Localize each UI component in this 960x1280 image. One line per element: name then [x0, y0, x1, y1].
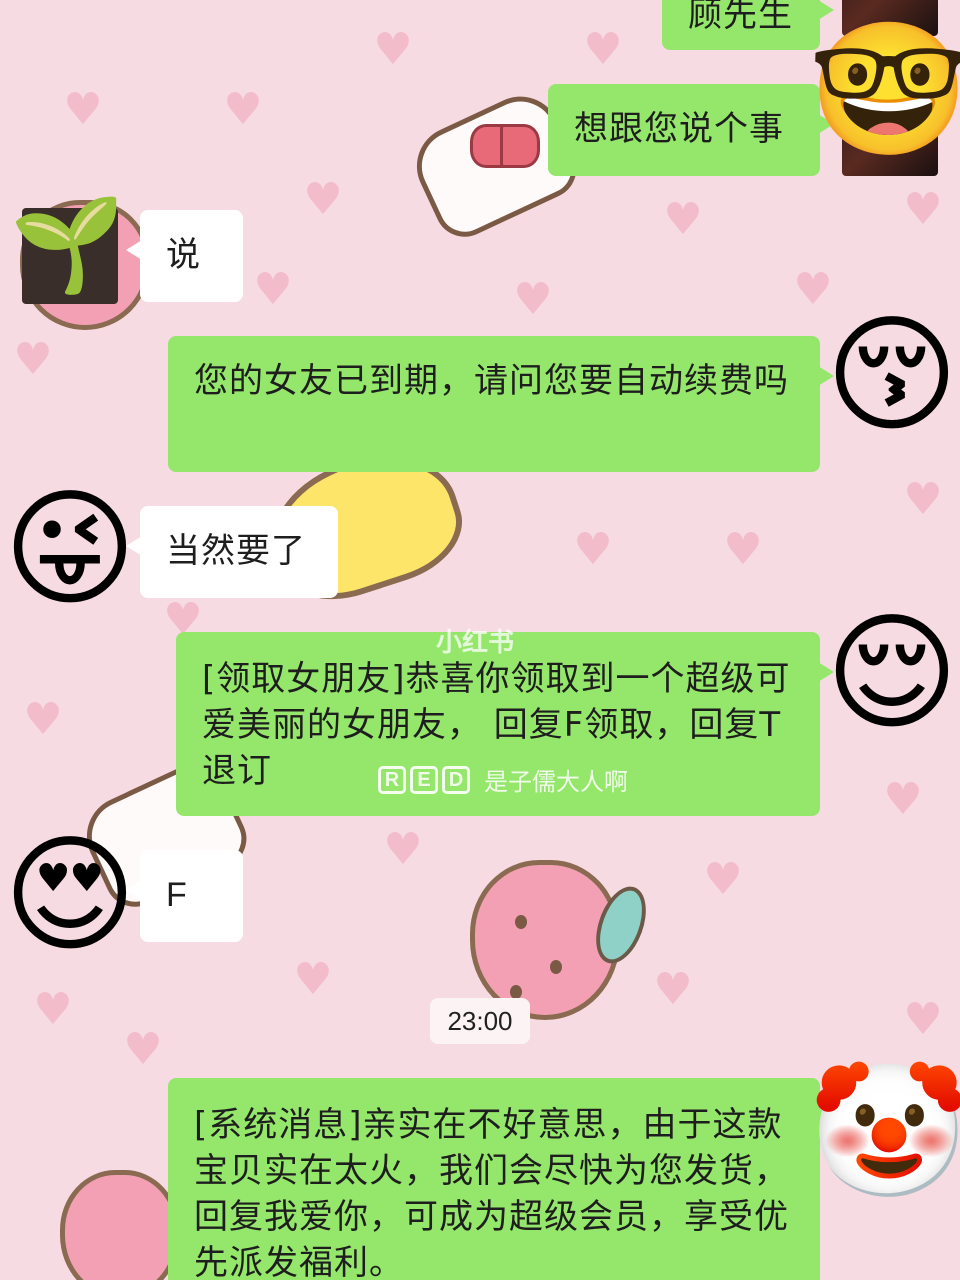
heart-decoration: ♥ [903, 474, 943, 525]
message-bubble-sent[interactable]: [系统消息]亲实在不好意思，由于这款宝贝实在太火，我们会尽快为您发货，回复我爱你… [168, 1078, 834, 1280]
heart-decoration: ♥ [383, 824, 423, 875]
heart-decoration: ♥ [223, 84, 263, 135]
heart-decoration: ♥ [123, 1024, 163, 1075]
bow-decoration [470, 120, 540, 168]
timestamp-divider: 23:00 [430, 998, 530, 1044]
heart-eyes-emoji-icon: 😍 [3, 821, 137, 970]
message-bubble-sent[interactable]: 想跟您说个事 [548, 84, 834, 176]
heart-decoration: ♥ [663, 194, 703, 245]
watermark-username: 是子儒大人啊 [484, 768, 628, 796]
red-watermark: R E D 是子儒大人啊 [378, 762, 628, 797]
strawberry-decoration [470, 860, 656, 1020]
message-text: 说 [166, 235, 201, 275]
heart-decoration: ♥ [303, 174, 343, 225]
heart-decoration: ♥ [253, 264, 293, 315]
message-text: 当然要了 [166, 531, 306, 571]
heart-decoration: ♥ [903, 184, 943, 235]
heart-decoration: ♥ [33, 984, 73, 1035]
xiaohongshu-watermark: 小红书 [436, 628, 515, 658]
nerd-face-emoji-icon: 🤓 [808, 13, 960, 165]
heart-decoration: ♥ [293, 954, 333, 1005]
message-text: 顾先生 [688, 0, 793, 35]
heart-decoration: ♥ [883, 774, 923, 825]
message-bubble-received[interactable]: 说 [126, 210, 243, 302]
heart-decoration: ♥ [653, 964, 693, 1015]
heart-decoration: ♥ [583, 24, 623, 75]
winking-tongue-emoji-icon: 😜 [3, 475, 137, 624]
clown-face-emoji-icon: 🤡 [808, 1055, 960, 1207]
heart-decoration: ♥ [23, 694, 63, 745]
sprout-bean-sticker-icon: 🌱 [10, 191, 125, 298]
heart-decoration: ♥ [513, 274, 553, 325]
kissing-face-emoji-icon: 😚 [825, 301, 959, 450]
heart-decoration: ♥ [723, 524, 763, 575]
heart-decoration: ♥ [903, 994, 943, 1045]
message-text: 想跟您说个事 [574, 109, 784, 149]
red-logo: R E D [378, 765, 470, 794]
message-bubble-sent[interactable]: 顾先生 [662, 0, 834, 50]
heart-decoration: ♥ [13, 334, 53, 385]
relieved-face-emoji-icon: 😌 [825, 599, 959, 748]
message-text: 您的女友已到期，请问您要自动续费吗 [194, 361, 789, 401]
heart-decoration: ♥ [373, 24, 413, 75]
heart-decoration: ♥ [573, 524, 613, 575]
message-text: F [166, 876, 188, 914]
heart-decoration: ♥ [63, 84, 103, 135]
message-bubble-sent[interactable]: 您的女友已到期，请问您要自动续费吗 [168, 336, 834, 472]
message-bubble-received[interactable]: 当然要了 [126, 506, 338, 598]
message-bubble-received[interactable]: F [126, 850, 243, 942]
strawberry-decoration [60, 1170, 180, 1280]
message-text: [系统消息]亲实在不好意思，由于这款宝贝实在太火，我们会尽快为您发货，回复我爱你… [194, 1105, 789, 1280]
heart-decoration: ♥ [703, 854, 743, 905]
